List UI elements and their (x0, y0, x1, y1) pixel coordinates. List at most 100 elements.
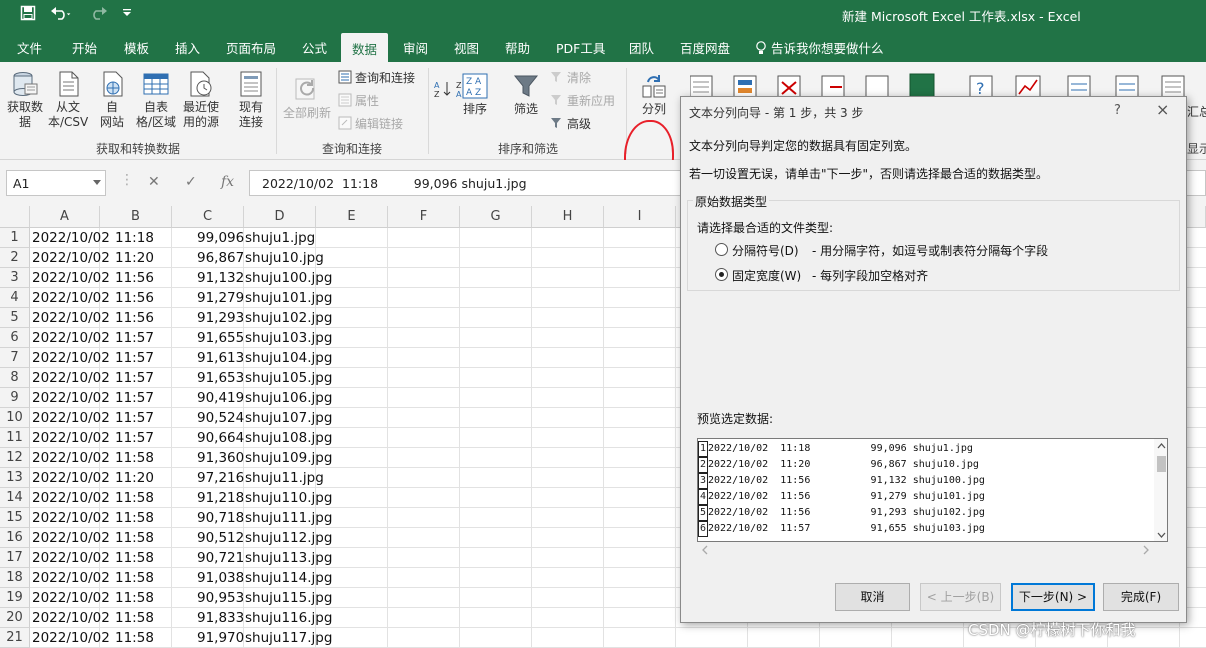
column-header-a[interactable]: A (30, 206, 100, 228)
column-header-e[interactable]: E (316, 206, 388, 228)
cell-filename[interactable]: shuju105.jpg (245, 368, 332, 388)
cell-date[interactable]: 2022/10/02 (32, 548, 110, 568)
cell-filename[interactable]: shuju107.jpg (245, 408, 332, 428)
tell-me-search[interactable]: 告诉我你想要做什么 (755, 38, 884, 57)
sort-asc-button[interactable]: AZ ZA (434, 74, 473, 102)
column-header-d[interactable]: D (244, 206, 316, 228)
cell-size[interactable]: 90,664 (197, 428, 244, 448)
cell-date[interactable]: 2022/10/02 (32, 468, 110, 488)
get-data-button[interactable]: 获取数 据 (4, 70, 46, 130)
cell-size[interactable]: 91,132 (197, 268, 244, 288)
cell-filename[interactable]: shuju111.jpg (245, 508, 332, 528)
tab-file[interactable]: 文件 (17, 38, 42, 57)
column-header-c[interactable]: C (172, 206, 244, 228)
row-header[interactable]: 14 (0, 488, 30, 508)
cell-time[interactable]: 11:58 (115, 508, 154, 528)
tab-help[interactable]: 帮助 (505, 38, 530, 57)
tab-insert[interactable]: 插入 (175, 38, 200, 57)
row-header[interactable]: 10 (0, 408, 30, 428)
cell-filename[interactable]: shuju110.jpg (245, 488, 332, 508)
cell-date[interactable]: 2022/10/02 (32, 428, 110, 448)
row-header[interactable]: 19 (0, 588, 30, 608)
cell-filename[interactable]: shuju113.jpg (245, 548, 332, 568)
cell-filename[interactable]: shuju104.jpg (245, 348, 332, 368)
cell-filename[interactable]: shuju103.jpg (245, 328, 332, 348)
help-icon[interactable]: ? (1114, 103, 1121, 118)
next-button[interactable]: 下一步(N) > (1011, 583, 1095, 611)
cell-filename[interactable]: shuju100.jpg (245, 268, 332, 288)
undo-icon[interactable] (50, 5, 72, 25)
cell-time[interactable]: 11:58 (115, 488, 154, 508)
row-header[interactable]: 8 (0, 368, 30, 388)
column-header-b[interactable]: B (100, 206, 172, 228)
cell-time[interactable]: 11:58 (115, 448, 154, 468)
cell-date[interactable]: 2022/10/02 (32, 628, 110, 648)
cell-filename[interactable]: shuju106.jpg (245, 388, 332, 408)
cell-date[interactable]: 2022/10/02 (32, 488, 110, 508)
cell-size[interactable]: 91,279 (197, 288, 244, 308)
sort-button[interactable]: Z AA Z 排序 (460, 72, 490, 117)
cell-time[interactable]: 11:57 (115, 328, 154, 348)
delimited-radio[interactable] (715, 243, 728, 256)
cell-date[interactable]: 2022/10/02 (32, 228, 110, 248)
subtotal-button-partial[interactable]: 汇总 (1187, 105, 1206, 120)
close-icon[interactable]: × (1156, 100, 1169, 119)
cell-time[interactable]: 11:58 (115, 588, 154, 608)
preview-vertical-scrollbar[interactable] (1154, 439, 1167, 541)
from-text-csv-button[interactable]: 从文 本/CSV (48, 70, 88, 130)
tab-baidu-netdisk[interactable]: 百度网盘 (680, 38, 730, 57)
cell-size[interactable]: 91,655 (197, 328, 244, 348)
insert-function-icon[interactable]: fx (221, 174, 234, 190)
cell-filename[interactable]: shuju1.jpg (245, 228, 315, 248)
cell-size[interactable]: 90,953 (197, 588, 244, 608)
select-all-corner[interactable] (0, 206, 30, 228)
cell-size[interactable]: 99,096 (197, 228, 244, 248)
customize-qat-icon[interactable] (122, 8, 132, 21)
refresh-all-button[interactable]: 全部刷新 (282, 76, 332, 121)
cell-size[interactable]: 91,833 (197, 608, 244, 628)
cell-size[interactable]: 90,419 (197, 388, 244, 408)
column-header-g[interactable]: G (460, 206, 532, 228)
cell-time[interactable]: 11:58 (115, 548, 154, 568)
chevron-down-icon[interactable] (93, 180, 101, 185)
cancel-icon[interactable]: ✕ (148, 174, 160, 190)
cell-time[interactable]: 11:58 (115, 528, 154, 548)
back-button[interactable]: < 上一步(B) (920, 583, 1001, 611)
row-header[interactable]: 1 (0, 228, 30, 248)
row-header[interactable]: 17 (0, 548, 30, 568)
row-header[interactable]: 13 (0, 468, 30, 488)
cell-date[interactable]: 2022/10/02 (32, 528, 110, 548)
confirm-icon[interactable]: ✓ (185, 174, 197, 190)
row-header[interactable]: 18 (0, 568, 30, 588)
delimited-label[interactable]: 分隔符号(D) (732, 242, 799, 259)
tab-team[interactable]: 团队 (629, 38, 654, 57)
cell-time[interactable]: 11:56 (115, 288, 154, 308)
row-header[interactable]: 20 (0, 608, 30, 628)
row-header[interactable]: 4 (0, 288, 30, 308)
cell-time[interactable]: 11:57 (115, 428, 154, 448)
cell-time[interactable]: 11:20 (115, 248, 154, 268)
cell-size[interactable]: 91,038 (197, 568, 244, 588)
cell-size[interactable]: 91,293 (197, 308, 244, 328)
recent-sources-button[interactable]: 最近使 用的源 (180, 70, 222, 130)
cell-filename[interactable]: shuju114.jpg (245, 568, 332, 588)
cell-time[interactable]: 11:56 (115, 308, 154, 328)
tab-home[interactable]: 开始 (72, 38, 97, 57)
cell-date[interactable]: 2022/10/02 (32, 508, 110, 528)
cell-date[interactable]: 2022/10/02 (32, 608, 110, 628)
cell-size[interactable]: 97,216 (197, 468, 244, 488)
cell-time[interactable]: 11:18 (115, 228, 154, 248)
data-preview-box[interactable]: 1 2022/10/02 11:18 99,096 shuju1.jpg 2 2022… (697, 438, 1168, 542)
properties-button[interactable]: 属性 (338, 93, 379, 109)
cell-filename[interactable]: shuju117.jpg (245, 628, 332, 648)
cell-filename[interactable]: shuju108.jpg (245, 428, 332, 448)
name-box[interactable]: A1 (6, 170, 106, 196)
cell-size[interactable]: 90,721 (197, 548, 244, 568)
tab-review[interactable]: 审阅 (403, 38, 428, 57)
tab-template[interactable]: 模板 (124, 38, 149, 57)
cell-date[interactable]: 2022/10/02 (32, 388, 110, 408)
row-header[interactable]: 16 (0, 528, 30, 548)
row-header[interactable]: 2 (0, 248, 30, 268)
cell-time[interactable]: 11:57 (115, 408, 154, 428)
cell-size[interactable]: 91,653 (197, 368, 244, 388)
